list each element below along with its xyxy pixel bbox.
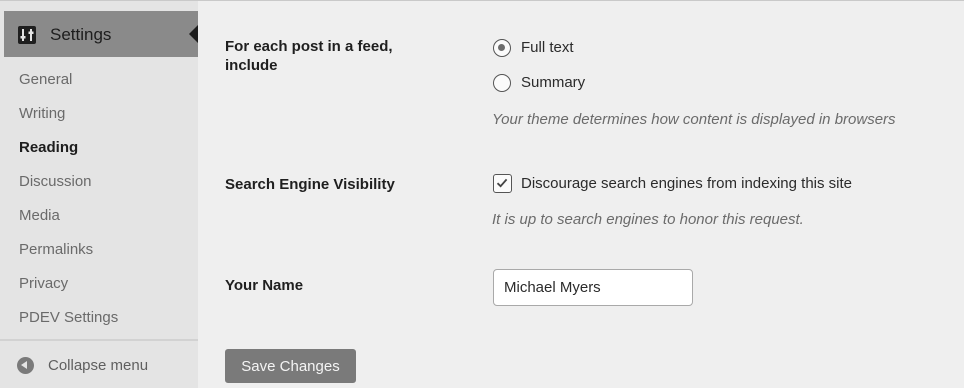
summary-radio[interactable] bbox=[493, 74, 511, 92]
discourage-search-label[interactable]: Discourage search engines from indexing … bbox=[521, 175, 852, 192]
summary-label[interactable]: Summary bbox=[521, 74, 585, 91]
your-name-input[interactable] bbox=[493, 269, 693, 306]
sidebar-item-pdev-settings[interactable]: PDEV Settings bbox=[0, 301, 198, 335]
sidebar-item-privacy[interactable]: Privacy bbox=[0, 267, 198, 301]
sidebar-item-reading[interactable]: Reading bbox=[0, 131, 198, 165]
sidebar-item-media[interactable]: Media bbox=[0, 199, 198, 233]
collapse-arrow-icon bbox=[17, 357, 34, 374]
sidebar-item-writing[interactable]: Writing bbox=[0, 97, 198, 131]
save-changes-button[interactable]: Save Changes bbox=[225, 349, 356, 383]
settings-submenu: General Writing Reading Discussion Media… bbox=[0, 63, 198, 335]
search-visibility-label: Search Engine Visibility bbox=[225, 176, 395, 193]
sidebar-item-general[interactable]: General bbox=[0, 63, 198, 97]
current-menu-arrow-icon bbox=[189, 25, 198, 43]
admin-sidebar: Settings General Writing Reading Discuss… bbox=[0, 1, 198, 388]
collapse-menu-label: Collapse menu bbox=[48, 357, 149, 374]
feed-content-label-line2: include bbox=[225, 57, 278, 74]
reading-settings-form: For each post in a feed, include Full te… bbox=[198, 1, 964, 388]
settings-menu-label: Settings bbox=[50, 25, 112, 44]
sidebar-item-discussion[interactable]: Discussion bbox=[0, 165, 198, 199]
your-name-label: Your Name bbox=[225, 277, 304, 294]
settings-screen: Settings General Writing Reading Discuss… bbox=[0, 0, 964, 388]
collapse-menu-button[interactable]: Collapse menu bbox=[0, 341, 198, 388]
discourage-search-checkbox[interactable] bbox=[493, 174, 512, 193]
settings-menu-header[interactable]: Settings bbox=[4, 11, 198, 57]
full-text-radio[interactable] bbox=[493, 39, 511, 57]
sidebar-item-permalinks[interactable]: Permalinks bbox=[0, 233, 198, 267]
feed-help-text: Your theme determines how content is dis… bbox=[492, 111, 896, 128]
settings-sliders-icon bbox=[18, 26, 36, 44]
feed-content-label: For each post in a feed, include bbox=[225, 37, 393, 75]
feed-content-label-line1: For each post in a feed, bbox=[225, 38, 393, 55]
full-text-label[interactable]: Full text bbox=[521, 39, 574, 56]
checkmark-icon bbox=[496, 178, 508, 188]
search-visibility-help-text: It is up to search engines to honor this… bbox=[492, 211, 804, 228]
